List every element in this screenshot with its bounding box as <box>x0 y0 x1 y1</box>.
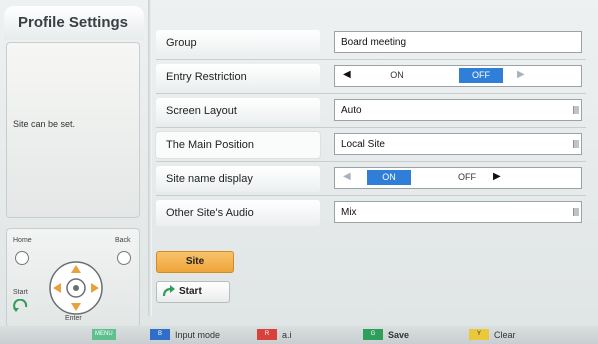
setting-row-group[interactable]: Group Board meeting <box>152 28 594 60</box>
setting-label: Group <box>156 30 320 56</box>
start-label: Start <box>13 289 28 296</box>
footer-ai-item[interactable]: Ra.i <box>257 329 292 341</box>
setting-label: Site name display <box>156 166 320 192</box>
site-button[interactable]: Site <box>156 251 234 273</box>
site-name-display-toggle[interactable]: ◀ ON OFF ▶ <box>334 167 582 189</box>
dropdown-value: Mix <box>341 207 357 218</box>
dropdown-value: Auto <box>341 105 362 116</box>
toggle-off-option[interactable]: OFF <box>445 170 489 185</box>
back-button-icon <box>117 251 131 265</box>
menu-key-icon: MENU <box>92 329 116 340</box>
footer-menu-item[interactable]: MENU <box>92 329 116 341</box>
setting-label: Entry Restriction <box>156 64 320 90</box>
setting-row-entry-restriction[interactable]: Entry Restriction ◀ ON OFF ▶ <box>152 62 594 94</box>
footer-save-label: Save <box>388 330 410 340</box>
start-arrow-icon <box>162 285 175 297</box>
divider <box>156 195 586 196</box>
footer-bar: MENU B Input mode Ra.i G Save Y Clear <box>0 326 598 344</box>
screen-layout-dropdown[interactable]: Auto <box>334 99 582 121</box>
setting-row-site-name-display[interactable]: Site name display ◀ ON OFF ▶ <box>152 164 594 196</box>
footer-clear-label: Clear <box>494 330 516 340</box>
dropdown-arrow-icon[interactable] <box>573 140 579 148</box>
divider <box>156 127 586 128</box>
setting-label: The Main Position <box>156 132 320 158</box>
green-key-icon: G <box>363 329 383 340</box>
setting-row-screen-layout[interactable]: Screen Layout Auto <box>152 96 594 128</box>
dropdown-value: Local Site <box>341 139 385 150</box>
footer-clear-item[interactable]: Y Clear <box>469 329 516 341</box>
setting-row-other-site-audio[interactable]: Other Site's Audio Mix <box>152 198 594 228</box>
setting-label: Screen Layout <box>156 98 320 124</box>
toggle-off-option[interactable]: OFF <box>459 68 503 83</box>
blue-key-icon: B <box>150 329 170 340</box>
right-arrow-icon[interactable]: ▶ <box>493 171 501 182</box>
start-icon <box>13 299 28 312</box>
dropdown-arrow-icon[interactable] <box>573 208 579 216</box>
remote-guide: Home Back Start Enter <box>6 228 140 328</box>
footer-save-item[interactable]: G Save <box>363 329 409 341</box>
setting-row-main-position[interactable]: The Main Position Local Site <box>152 130 594 162</box>
start-button-label: Start <box>179 286 202 297</box>
divider <box>156 161 586 162</box>
entry-restriction-toggle[interactable]: ◀ ON OFF ▶ <box>334 65 582 87</box>
group-field[interactable]: Board meeting <box>334 31 582 53</box>
red-key-icon: R <box>257 329 277 340</box>
dropdown-arrow-icon[interactable] <box>573 106 579 114</box>
home-label: Home <box>13 237 32 244</box>
start-button[interactable]: Start <box>156 281 230 303</box>
left-arrow-icon[interactable]: ◀ <box>343 171 351 182</box>
main-position-dropdown[interactable]: Local Site <box>334 133 582 155</box>
left-arrow-icon[interactable]: ◀ <box>343 69 351 80</box>
left-panel: Profile Settings Site can be set. Home B… <box>4 6 144 328</box>
footer-ai-label: a.i <box>282 330 292 340</box>
dpad-icon <box>49 261 103 315</box>
footer-input-mode-item[interactable]: B Input mode <box>150 329 220 341</box>
divider <box>156 93 586 94</box>
home-button-icon <box>15 251 29 265</box>
right-arrow-icon[interactable]: ▶ <box>517 69 525 80</box>
help-box: Site can be set. <box>6 42 140 218</box>
enter-label: Enter <box>65 315 82 322</box>
toggle-on-option[interactable]: ON <box>367 170 411 185</box>
divider <box>156 59 586 60</box>
setting-label: Other Site's Audio <box>156 200 320 226</box>
panel-title: Profile Settings <box>4 6 144 40</box>
back-label: Back <box>115 237 131 244</box>
help-text: Site can be set. <box>13 119 76 129</box>
footer-input-mode-label: Input mode <box>175 330 221 340</box>
yellow-key-icon: Y <box>469 329 489 340</box>
toggle-on-option[interactable]: ON <box>375 68 419 83</box>
other-site-audio-dropdown[interactable]: Mix <box>334 201 582 223</box>
